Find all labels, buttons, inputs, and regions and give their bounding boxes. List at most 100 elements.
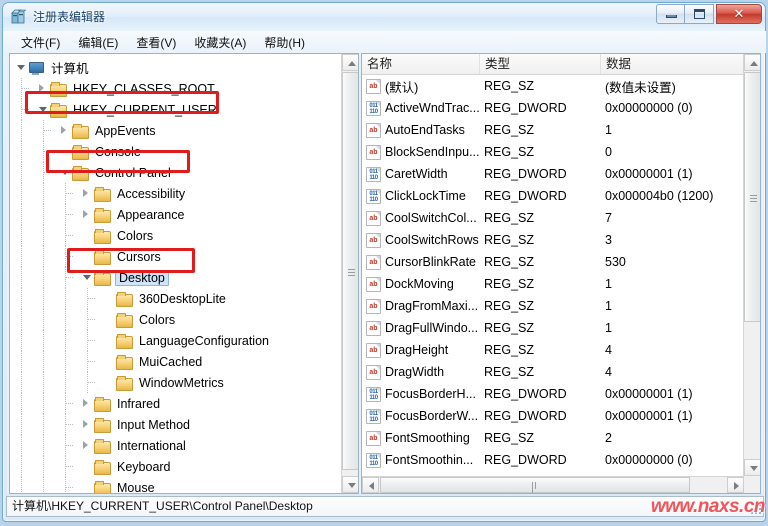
chevron-right-icon[interactable] [58,120,72,141]
value-data-cell: 0x00000001 (1) [605,387,693,401]
chevron-down-icon[interactable] [58,162,72,183]
string-value-icon: ab [366,79,381,94]
column-type[interactable]: 类型 [480,54,601,74]
menu-edit[interactable]: 编辑(E) [69,32,127,53]
values-column-header[interactable]: 名称类型数据 [362,54,744,75]
tree-node-hkey-current-user[interactable]: HKEY_CURRENT_USER [10,99,342,120]
value-row[interactable]: 011110FontSmoothin...REG_DWORD0x00000001… [362,471,744,475]
menu-favorites[interactable]: 收藏夹(A) [185,32,255,53]
value-row[interactable]: 011110FocusBorderW...REG_DWORD0x00000001… [362,405,744,427]
value-row[interactable]: 011110ActiveWndTrac...REG_DWORD0x0000000… [362,97,744,119]
tree-node-international[interactable]: International [10,435,342,456]
tree-node-appevents[interactable]: AppEvents [10,120,342,141]
chevron-right-icon[interactable] [80,414,94,435]
list-vertical-scrollbar[interactable] [743,54,760,493]
value-name-cell: abDockMoving [366,277,454,292]
value-data-cell: 4 [605,365,612,379]
minimize-button[interactable] [656,4,685,24]
value-row[interactable]: abDragFullWindo...REG_SZ1 [362,317,744,339]
menu-file[interactable]: 文件(F) [12,32,69,53]
list-scroll-down-button[interactable] [744,459,761,476]
list-scroll-right-button[interactable] [727,477,744,493]
tree-node-desktop[interactable]: Desktop [10,267,342,288]
tree-scroll-thumb[interactable] [342,72,359,470]
chevron-down-icon[interactable] [36,99,50,120]
value-data-cell: 7 [605,211,612,225]
value-row[interactable]: abDragWidthREG_SZ4 [362,361,744,383]
value-row[interactable]: 011110FontSmoothin...REG_DWORD0x00000000… [362,449,744,471]
dword-value-icon: 011110 [366,387,381,402]
tree-spacer [58,141,72,162]
tree-node-accessibility[interactable]: Accessibility [10,183,342,204]
tree-node--[interactable]: 计算机 [10,57,342,78]
value-row[interactable]: abDragHeightREG_SZ4 [362,339,744,361]
value-row[interactable]: 011110CaretWidthREG_DWORD0x00000001 (1) [362,163,744,185]
tree-scroll-down-button[interactable] [342,476,359,493]
chevron-right-icon[interactable] [80,393,94,414]
values-list[interactable]: ab(默认)REG_SZ(数值未设置)011110ActiveWndTrac..… [362,75,744,475]
value-row[interactable]: 011110FocusBorderH...REG_DWORD0x00000001… [362,383,744,405]
tree-guide-line [43,372,44,393]
tree-vertical-scrollbar[interactable] [341,54,358,493]
chevron-right-icon[interactable] [80,435,94,456]
column-name[interactable]: 名称 [362,54,480,74]
value-row[interactable]: abCoolSwitchRowsREG_SZ3 [362,229,744,251]
tree-node-label: Cursors [115,250,163,264]
list-hscroll-thumb[interactable] [380,477,690,493]
value-row[interactable]: abAutoEndTasksREG_SZ1 [362,119,744,141]
list-horizontal-scrollbar[interactable] [362,476,744,493]
value-type-cell: REG_DWORD [484,453,567,467]
tree-guide-line [43,172,51,173]
value-row[interactable]: abBlockSendInpu...REG_SZ0 [362,141,744,163]
tree-node-input-method[interactable]: Input Method [10,414,342,435]
tree-node-cursors[interactable]: Cursors [10,246,342,267]
value-row[interactable]: abFontSmoothingREG_SZ2 [362,427,744,449]
column-data[interactable]: 数据 [601,54,744,74]
chevron-right-icon[interactable] [36,78,50,99]
string-value-icon: ab [366,233,381,248]
tree-node-mouse[interactable]: Mouse [10,477,342,493]
value-name-cell: ab(默认) [366,77,418,96]
value-row[interactable]: abCursorBlinkRateREG_SZ530 [362,251,744,273]
list-scroll-thumb[interactable] [744,72,761,322]
value-row[interactable]: 011110ClickLockTimeREG_DWORD0x000004b0 (… [362,185,744,207]
maximize-button[interactable] [685,4,714,24]
title-bar[interactable]: 注册表编辑器 ✕ [3,3,765,31]
tree-node-colors[interactable]: Colors [10,225,342,246]
registry-tree[interactable]: 计算机HKEY_CLASSES_ROOTHKEY_CURRENT_USERApp… [10,54,342,493]
list-scroll-up-button[interactable] [744,54,761,71]
string-value-icon: ab [366,255,381,270]
tree-node-appearance[interactable]: Appearance [10,204,342,225]
list-scroll-left-button[interactable] [362,477,379,493]
chevron-right-icon[interactable] [80,204,94,225]
tree-guide-line [65,372,66,393]
tree-node-label: Mouse [115,481,157,494]
chevron-right-icon[interactable] [80,183,94,204]
tree-scroll-up-button[interactable] [342,54,359,71]
value-data-cell: 1 [605,277,612,291]
computer-icon [28,61,44,75]
window-title: 注册表编辑器 [33,8,105,25]
menu-help[interactable]: 帮助(H) [255,32,314,53]
chevron-down-icon[interactable] [80,267,94,288]
tree-node-muicached[interactable]: MuiCached [10,351,342,372]
value-type-cell: REG_DWORD [484,387,567,401]
value-row[interactable]: abDockMovingREG_SZ1 [362,273,744,295]
tree-node-control-panel[interactable]: Control Panel [10,162,342,183]
chevron-down-icon[interactable] [14,57,28,78]
menu-view[interactable]: 查看(V) [127,32,185,53]
tree-node-360desktoplite[interactable]: 360DesktopLite [10,288,342,309]
tree-node-windowmetrics[interactable]: WindowMetrics [10,372,342,393]
tree-node-hkey-classes-root[interactable]: HKEY_CLASSES_ROOT [10,78,342,99]
tree-node-infrared[interactable]: Infrared [10,393,342,414]
tree-node-languageconfiguration[interactable]: LanguageConfiguration [10,330,342,351]
value-row[interactable]: abCoolSwitchCol...REG_SZ7 [362,207,744,229]
value-row[interactable]: ab(默认)REG_SZ(数值未设置) [362,75,744,97]
value-name-label: ClickLockTime [385,189,466,203]
close-button[interactable]: ✕ [716,4,762,24]
tree-node-colors[interactable]: Colors [10,309,342,330]
tree-node-console[interactable]: Console [10,141,342,162]
tree-node-keyboard[interactable]: Keyboard [10,456,342,477]
string-value-icon: ab [366,431,381,446]
value-row[interactable]: abDragFromMaxi...REG_SZ1 [362,295,744,317]
